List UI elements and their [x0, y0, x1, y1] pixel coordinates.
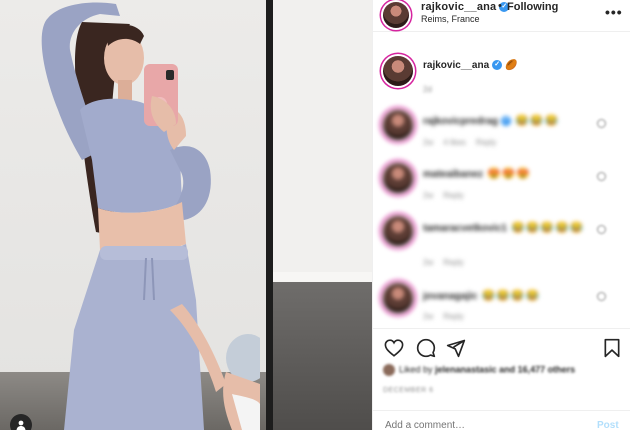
- location-link[interactable]: Reims, France: [421, 14, 480, 24]
- comment-likes[interactable]: 4 likes: [443, 138, 466, 147]
- comment-meta: 2w Reply: [423, 258, 474, 267]
- comment-time[interactable]: 2w: [423, 312, 433, 321]
- liker-username[interactable]: jelenanastasic: [435, 364, 497, 374]
- comment-text: 😂😂😂😂😂: [510, 222, 585, 234]
- post-date[interactable]: DECEMBER 6: [383, 387, 434, 394]
- comment-meta: 2w Reply: [423, 191, 474, 200]
- user-tag-icon[interactable]: [10, 414, 32, 430]
- author-avatar[interactable]: [383, 2, 409, 28]
- comment-like-icon[interactable]: [597, 225, 606, 234]
- comment-username[interactable]: tamaracvetkovic1: [423, 223, 507, 234]
- author-username[interactable]: rajkovic__ana: [421, 1, 496, 13]
- likes-prefix: Liked by: [399, 364, 433, 375]
- caption-avatar[interactable]: [383, 56, 413, 86]
- caption-username[interactable]: rajkovic__ana: [423, 60, 489, 71]
- add-comment-input[interactable]: [385, 420, 565, 430]
- bookmark-icon[interactable]: [601, 337, 623, 359]
- heart-icon[interactable]: [383, 337, 405, 359]
- post-sidebar: rajkovic__ana ✓ • Following Reims, France…: [372, 0, 630, 430]
- add-comment-bar: Post: [373, 410, 630, 430]
- comment-reply-button[interactable]: Reply: [476, 138, 496, 147]
- comment-row: mateaibanez 😍😍😍: [423, 167, 531, 180]
- comment-like-icon[interactable]: [597, 292, 606, 301]
- comment-time[interactable]: 2w: [423, 138, 433, 147]
- comment-reply-button[interactable]: Reply: [443, 312, 463, 321]
- post-header: rajkovic__ana ✓ • Following Reims, France…: [373, 0, 630, 32]
- comment-text: 😂😂😂: [515, 115, 560, 127]
- header-separator: •: [498, 0, 502, 12]
- comment-row: jovanagajic 😂😂😂😂: [423, 289, 540, 302]
- verified-badge-icon: ✓: [492, 60, 503, 71]
- comment-time[interactable]: 2w: [423, 191, 433, 200]
- comment-avatar[interactable]: [383, 110, 413, 140]
- caption-row: rajkovic__ana ✓ 🏉: [423, 60, 518, 71]
- likes-summary[interactable]: Liked by jelenanastasic and 16,477 other…: [383, 364, 575, 376]
- post-photo[interactable]: [0, 0, 372, 430]
- comment-reply-button[interactable]: Reply: [443, 258, 463, 267]
- caption-text: 🏉: [505, 60, 518, 71]
- more-options-icon[interactable]: •••: [605, 4, 623, 20]
- comment-username[interactable]: jovanagajic: [423, 291, 477, 302]
- comment-row: rajkovicpredrag ✓ 😂😂😂: [423, 114, 559, 127]
- comment-username[interactable]: rajkovicpredrag: [423, 116, 498, 127]
- comment-row: tamaracvetkovic1 😂😂😂😂😂: [423, 220, 603, 237]
- comment-time[interactable]: 2w: [423, 258, 433, 267]
- comment-avatar[interactable]: [383, 216, 413, 246]
- comment-avatar[interactable]: [383, 283, 413, 313]
- comment-avatar[interactable]: [383, 163, 413, 193]
- comment-like-icon[interactable]: [597, 172, 606, 181]
- verified-badge-icon: ✓: [501, 116, 512, 127]
- liker-avatar: [383, 364, 395, 376]
- post-actions: [373, 334, 630, 360]
- comment-username[interactable]: mateaibanez: [423, 169, 483, 180]
- comment-meta: 2w Reply: [423, 312, 474, 321]
- room-floor: [272, 282, 372, 430]
- following-button[interactable]: Following: [507, 1, 558, 13]
- comment-text: 😂😂😂😂: [481, 290, 541, 302]
- share-icon[interactable]: [445, 337, 467, 359]
- comment-meta: 2w 4 likes Reply: [423, 138, 506, 147]
- post-comment-button[interactable]: Post: [597, 420, 619, 430]
- author-username-row[interactable]: rajkovic__ana ✓: [421, 1, 510, 13]
- comment-icon[interactable]: [415, 337, 437, 359]
- mirror-frame: [266, 0, 273, 430]
- room-wall: [272, 0, 372, 282]
- comment-reply-button[interactable]: Reply: [443, 191, 463, 200]
- actions-divider: [373, 328, 630, 329]
- comment-text: 😍😍😍: [487, 168, 532, 180]
- person-figure: [41, 2, 260, 430]
- comment-like-icon[interactable]: [597, 119, 606, 128]
- caption-time[interactable]: 2d: [423, 85, 432, 94]
- likes-count[interactable]: and 16,477 others: [499, 364, 575, 374]
